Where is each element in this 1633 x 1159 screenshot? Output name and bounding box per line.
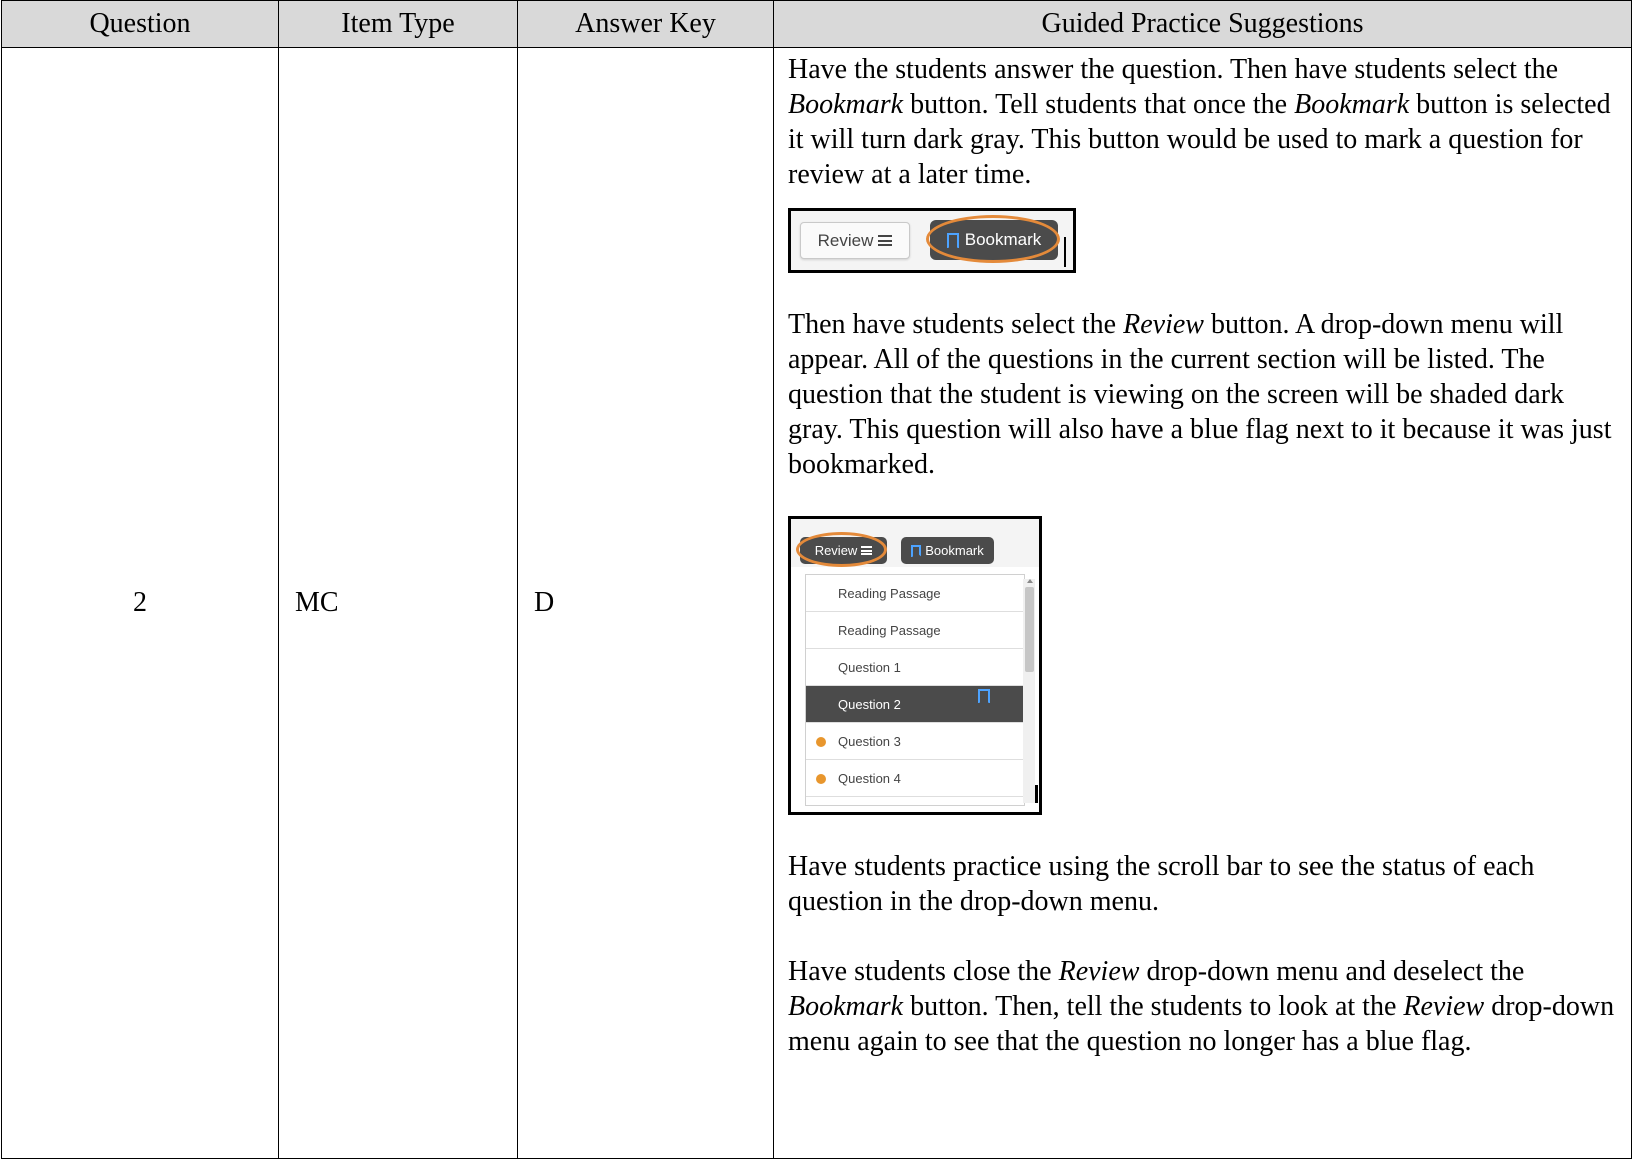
bookmark-button[interactable]: Bookmark (901, 537, 994, 564)
scroll-up-arrow-icon[interactable] (1027, 579, 1033, 583)
list-item-label: Reading Passage (838, 585, 941, 601)
text-run: button. Tell students that once the (903, 89, 1295, 120)
guided-practice-table: Question Item Type Answer Key Guided Pra… (1, 0, 1632, 1159)
text-cursor (1064, 237, 1066, 267)
bookmark-icon (911, 544, 924, 558)
text-run: Have the students answer the question. T… (788, 54, 1559, 85)
text-cursor (1035, 785, 1038, 803)
text-run: drop-down menu and deselect the (1139, 956, 1525, 987)
scrollbar-thumb[interactable] (1025, 587, 1034, 672)
review-button[interactable]: Review (800, 222, 910, 259)
list-item[interactable]: Question 4 (806, 760, 1024, 797)
answer-key: D (517, 47, 774, 1159)
text-run: Have students close the (788, 956, 1059, 987)
emphasis-bookmark: Bookmark (788, 89, 904, 120)
instruction-paragraph-4: Have students close the Review drop-down… (788, 954, 1625, 1059)
header-item-type: Item Type (278, 0, 518, 48)
item-type: MC (278, 47, 518, 1159)
status-dot-icon (816, 774, 826, 784)
emphasis-review: Review (1123, 309, 1204, 340)
list-item[interactable]: Question 3 (806, 723, 1024, 760)
list-item[interactable]: Reading Passage (806, 575, 1024, 612)
header-answer-key: Answer Key (517, 0, 774, 48)
list-item-label: Reading Passage (838, 622, 941, 638)
table-row: 2 MC D Have the students answer the ques… (1, 47, 1632, 1159)
emphasis-review: Review (1058, 956, 1140, 987)
text-run: Then have students select the (788, 309, 1124, 340)
instruction-paragraph-2: Then have students select the Review but… (788, 307, 1625, 482)
list-item-label: Question 4 (838, 770, 901, 786)
bookmark-flag-icon (978, 689, 990, 704)
text-run: button. Then, tell the students to look … (903, 991, 1404, 1022)
list-item-label: Question 1 (838, 659, 901, 675)
list-item-label: Question 3 (838, 733, 901, 749)
review-menu-screenshot: Review Bookmark Reading Passage Reading … (788, 516, 1042, 815)
status-dot-icon (816, 737, 826, 747)
instruction-paragraph-3: Have students practice using the scroll … (788, 851, 1535, 917)
bookmark-button-label: Bookmark (925, 543, 984, 558)
highlight-ring (926, 215, 1060, 263)
header-guided-practice: Guided Practice Suggestions (773, 0, 1632, 48)
guided-practice-cell: Have the students answer the question. T… (773, 47, 1632, 1159)
header-question: Question (1, 0, 279, 48)
list-icon (878, 235, 893, 246)
instruction-paragraph-1: Have the students answer the question. T… (788, 52, 1625, 192)
scrollbar[interactable] (1023, 579, 1035, 803)
header-row: Question Item Type Answer Key Guided Pra… (1, 0, 1632, 48)
emphasis-bookmark: Bookmark (788, 991, 904, 1022)
review-dropdown-menu: Reading Passage Reading Passage Question… (805, 574, 1025, 806)
list-item[interactable]: Reading Passage (806, 612, 1024, 649)
bookmark-button-screenshot: Review Bookmark (788, 208, 1076, 273)
question-number: 2 (1, 47, 279, 1159)
list-item-current[interactable]: Question 2 (806, 686, 1024, 723)
emphasis-bookmark: Bookmark (1294, 89, 1410, 120)
review-button-label: Review (817, 230, 874, 250)
list-item[interactable]: Question 1 (806, 649, 1024, 686)
highlight-ring (796, 532, 887, 567)
emphasis-review: Review (1403, 991, 1485, 1022)
list-item-label: Question 2 (838, 696, 901, 712)
